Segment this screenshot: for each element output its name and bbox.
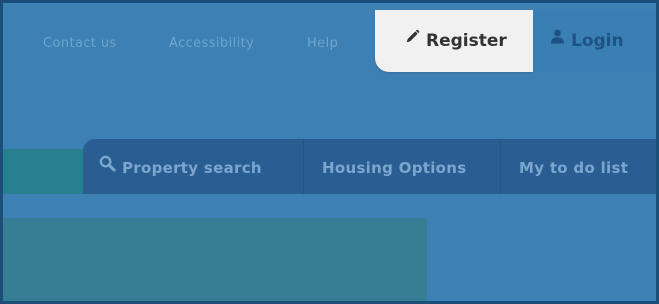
nav-divider xyxy=(303,139,304,194)
register-label: Register xyxy=(426,31,507,51)
nav-todo-list-label: My to do list xyxy=(519,159,629,177)
nav-property-search-label: Property search xyxy=(122,159,262,177)
pencil-icon xyxy=(405,24,420,54)
nav-housing-options[interactable]: Housing Options xyxy=(322,139,466,194)
register-button[interactable]: Register xyxy=(375,10,533,72)
teal-accent-strip xyxy=(3,149,87,194)
search-icon xyxy=(99,138,116,196)
nav-todo-list[interactable]: My to do list xyxy=(519,139,628,194)
login-label: Login xyxy=(571,31,624,51)
user-icon xyxy=(550,24,565,54)
nav-property-search[interactable]: Property search xyxy=(99,139,262,194)
nav-divider xyxy=(500,139,501,194)
contact-us-link[interactable]: Contact us xyxy=(43,29,117,59)
accessibility-link[interactable]: Accessibility xyxy=(169,29,254,59)
nav-housing-options-label: Housing Options xyxy=(322,159,467,177)
main-navigation: Property search Housing Options My to do… xyxy=(83,139,656,194)
content-panel xyxy=(3,218,427,301)
help-link[interactable]: Help xyxy=(307,29,338,59)
page-frame: Contact us Accessibility Help Register L… xyxy=(0,0,659,304)
login-button[interactable]: Login xyxy=(533,10,656,72)
